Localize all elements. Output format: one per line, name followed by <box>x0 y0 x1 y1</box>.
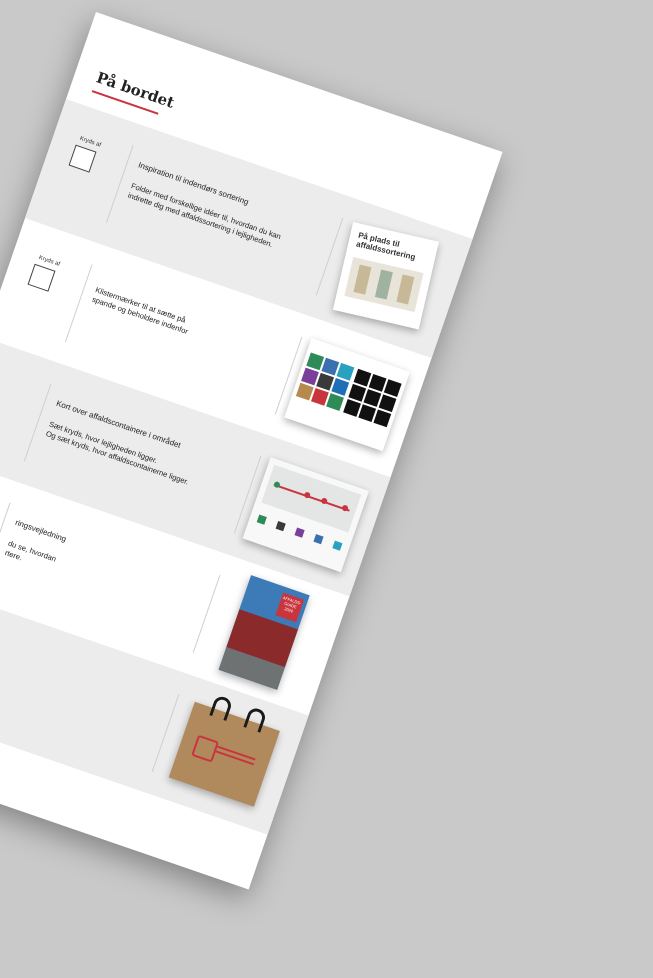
bag-logo-text <box>217 745 256 761</box>
item-description: Klistermærker til at sætte på spande og … <box>90 285 190 337</box>
tote-bag-image <box>159 688 290 816</box>
brochure-image: På plads til affaldssortering <box>323 211 454 339</box>
sticker-sheet <box>284 337 410 452</box>
guide-image: AFFALDS- GUIDE 2020 <box>200 569 331 697</box>
tote-bag <box>168 694 280 807</box>
brochure-photo <box>344 256 424 313</box>
map-card <box>242 457 369 573</box>
checklist-sheet: På bordet Kryds af Inspiration til inden… <box>0 12 503 890</box>
bag-handle <box>243 706 268 733</box>
brochure-title: På plads til affaldssortering <box>355 230 417 262</box>
legend-swatch <box>294 527 305 538</box>
checkbox[interactable] <box>68 144 97 173</box>
divider <box>64 264 93 343</box>
bag-logo <box>191 734 220 763</box>
checkbox[interactable] <box>27 263 56 292</box>
divider <box>105 145 134 224</box>
guide-booklet: AFFALDS- GUIDE 2020 <box>218 575 310 690</box>
legend-swatch <box>275 521 286 532</box>
bag-handle <box>209 694 234 722</box>
divider <box>23 383 52 462</box>
brochure: På plads til affaldssortering <box>332 222 439 330</box>
legend-swatch <box>332 540 343 551</box>
item-description: du se, hvordan rtere. <box>3 538 58 564</box>
map-area <box>261 464 362 533</box>
legend-swatch <box>313 534 324 545</box>
legend-swatch <box>256 514 267 525</box>
sticker-grid-dark <box>343 368 402 428</box>
scene: På bordet Kryds af Inspiration til inden… <box>0 0 653 978</box>
guide-badge: AFFALDS- GUIDE 2020 <box>275 592 304 623</box>
stickers-image <box>282 330 413 458</box>
map-image <box>241 450 372 578</box>
item-title: ringsvejledning <box>14 517 68 544</box>
